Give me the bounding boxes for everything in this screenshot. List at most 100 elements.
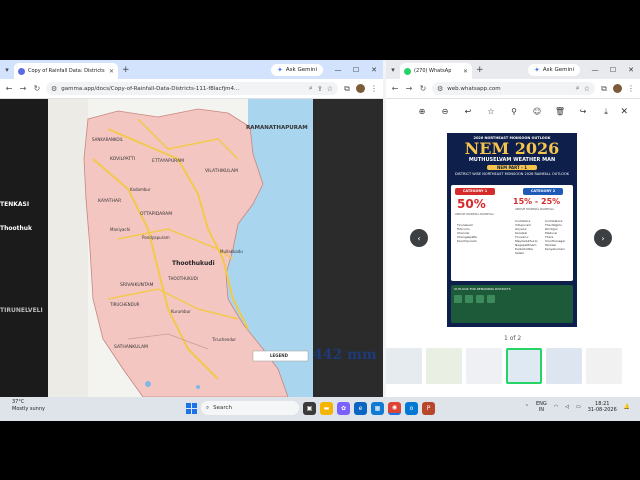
- close-tab-icon[interactable]: ✕: [109, 68, 114, 75]
- poster-big-value-2: 15% - 25%: [513, 197, 561, 206]
- weather-widget[interactable]: 37°C Mostly sunny: [12, 399, 45, 413]
- bookmark-star-icon[interactable]: ☆: [327, 85, 333, 93]
- ask-gemini-button[interactable]: ✦ Ask Gemini: [271, 63, 323, 76]
- powerpoint-icon[interactable]: P: [422, 401, 435, 415]
- label-ramanathapuram: RAMANATHAPURAM: [246, 125, 308, 131]
- edge-icon[interactable]: e: [354, 401, 367, 415]
- chrome-icon[interactable]: ◉: [388, 401, 401, 415]
- weather-icon: [487, 295, 495, 303]
- label-kovilpatti: KOVILPATTI: [110, 157, 135, 162]
- ask-gemini-label: Ask Gemini: [285, 66, 317, 73]
- language-indicator[interactable]: ENG IN: [536, 401, 547, 413]
- zoom-search-icon[interactable]: ⌕: [576, 84, 580, 93]
- profile-avatar[interactable]: [356, 84, 365, 93]
- weather-temp: 37°C: [12, 399, 25, 405]
- media-thumbnail-active[interactable]: [506, 348, 542, 384]
- back-icon[interactable]: ←: [4, 84, 14, 93]
- weather-condition: Mostly sunny: [12, 406, 45, 412]
- new-tab-button[interactable]: +: [122, 65, 130, 75]
- file-explorer-icon[interactable]: ▬: [320, 401, 333, 415]
- forward-icon[interactable]: →: [404, 84, 414, 93]
- search-icon: ⌕: [206, 404, 210, 411]
- forward-icon[interactable]: →: [18, 84, 28, 93]
- store-icon[interactable]: ▦: [371, 401, 384, 415]
- delete-icon[interactable]: 🗑: [554, 107, 566, 117]
- copilot-icon[interactable]: ✿: [337, 401, 350, 415]
- new-tab-button[interactable]: +: [476, 65, 484, 75]
- tray-chevron-icon[interactable]: ⌃: [525, 404, 529, 410]
- emoji-react-icon[interactable]: ☺: [531, 107, 543, 117]
- window-controls: — ☐ ✕: [329, 66, 383, 74]
- label-tiruchendur-taluk: TIRUCHENDUR: [110, 302, 140, 307]
- media-thumbnail[interactable]: [386, 348, 422, 384]
- gemini-icon: ✦: [277, 65, 283, 74]
- poster-weather-icons: [451, 293, 573, 305]
- extensions-icon[interactable]: ⧉: [599, 84, 609, 94]
- close-window-icon[interactable]: ✕: [622, 66, 640, 74]
- media-thumbnail[interactable]: [546, 348, 582, 384]
- minimize-icon[interactable]: —: [329, 66, 347, 74]
- site-info-icon[interactable]: ⚙: [51, 85, 57, 93]
- zoom-search-icon[interactable]: ⌕: [309, 84, 313, 93]
- clock[interactable]: 18:21 31-08-2026: [588, 401, 617, 413]
- media-toolbar: ⊕ ⊖ ↩ ☆ ⚲ ☺ 🗑 ↪ ⤓: [416, 107, 612, 117]
- tab-search-icon[interactable]: ▾: [0, 63, 14, 77]
- tab-search-icon[interactable]: ▾: [386, 63, 400, 77]
- district-map[interactable]: RAMANATHAPURAM SANKARANKOIL KOVILPATTI E…: [48, 99, 313, 397]
- back-icon[interactable]: ←: [390, 84, 400, 93]
- bookmark-star-icon[interactable]: ☆: [584, 85, 590, 93]
- reload-icon[interactable]: ↻: [32, 84, 42, 93]
- site-info-icon[interactable]: ⚙: [437, 85, 443, 93]
- right-tab-strip: ▾ (270) WhatsAp ✕ + ✦ Ask Gemini — ☐ ✕: [386, 60, 640, 79]
- share-icon[interactable]: ⇪: [317, 85, 323, 93]
- left-active-tab[interactable]: Copy of Rainfall Data: Districts ✕: [14, 63, 118, 79]
- notification-bell-icon[interactable]: 🔔: [624, 404, 630, 410]
- previous-media-button[interactable]: ‹: [410, 229, 428, 247]
- ask-gemini-button[interactable]: ✦ Ask Gemini: [528, 63, 580, 76]
- reload-icon[interactable]: ↻: [418, 84, 428, 93]
- extensions-icon[interactable]: ⧉: [342, 84, 352, 94]
- maximize-icon[interactable]: ☐: [604, 66, 622, 74]
- media-thumbnail[interactable]: [426, 348, 462, 384]
- task-view-icon[interactable]: ▣: [303, 401, 316, 415]
- weather-icon: [454, 295, 462, 303]
- star-icon[interactable]: ☆: [485, 107, 497, 117]
- label-ettayapuram: ETTAYAPURAM: [152, 159, 185, 164]
- label-pandyapuram: Pandyapuram: [142, 235, 170, 240]
- windows-start-icon[interactable]: [186, 402, 197, 414]
- taskbar-search[interactable]: ⌕ Search: [201, 401, 299, 415]
- left-url-text: gamma.app/docs/Copy-of-Rainfall-Data-Dis…: [61, 85, 240, 92]
- forward-icon[interactable]: ↪: [577, 107, 589, 117]
- right-url-field[interactable]: ⚙ web.whatsapp.com ⌕ ☆: [432, 82, 595, 95]
- ask-gemini-label: Ask Gemini: [542, 66, 574, 73]
- pin-icon[interactable]: ⚲: [508, 107, 520, 117]
- left-url-field[interactable]: ⚙ gamma.app/docs/Copy-of-Rainfall-Data-D…: [46, 82, 338, 95]
- menu-kebab-icon[interactable]: ⋮: [369, 84, 379, 93]
- maximize-icon[interactable]: ☐: [347, 66, 365, 74]
- minimize-icon[interactable]: —: [586, 66, 604, 74]
- battery-icon[interactable]: ▭: [576, 404, 581, 410]
- close-window-icon[interactable]: ✕: [365, 66, 383, 74]
- reply-icon[interactable]: ↩: [462, 107, 474, 117]
- wifi-icon[interactable]: ◠: [554, 404, 558, 410]
- next-media-button[interactable]: ›: [594, 229, 612, 247]
- menu-kebab-icon[interactable]: ⋮: [626, 84, 636, 93]
- right-active-tab[interactable]: (270) WhatsAp ✕: [400, 63, 472, 79]
- media-thumbnail[interactable]: [586, 348, 622, 384]
- volume-icon[interactable]: ◁: [565, 404, 569, 410]
- media-thumbnail[interactable]: [466, 348, 502, 384]
- label-thoothukudi-city: Thoothukudi: [172, 260, 215, 267]
- left-page-content: TENKASI Thoothuk TIRUNELVELI RAMANATHAPU…: [0, 99, 383, 397]
- system-tray: ⌃ ENG IN ◠ ◁ ▭ 18:21 31-08-2026 🔔: [525, 401, 630, 413]
- zoom-in-icon[interactable]: ⊕: [416, 107, 428, 117]
- left-tab-title: Copy of Rainfall Data: Districts: [28, 68, 105, 74]
- poster-big-value-1: 50%: [457, 197, 486, 211]
- zoom-out-icon[interactable]: ⊖: [439, 107, 451, 117]
- download-icon[interactable]: ⤓: [600, 107, 612, 117]
- profile-avatar[interactable]: [613, 84, 622, 93]
- close-viewer-icon[interactable]: ✕: [620, 107, 628, 117]
- outlook-icon[interactable]: o: [405, 401, 418, 415]
- close-tab-icon[interactable]: ✕: [463, 68, 468, 75]
- nem-2026-poster-image: 2026 NORTHEAST MONSOON OUTLOOK NEM 2026 …: [447, 133, 577, 327]
- weather-icon: [476, 295, 484, 303]
